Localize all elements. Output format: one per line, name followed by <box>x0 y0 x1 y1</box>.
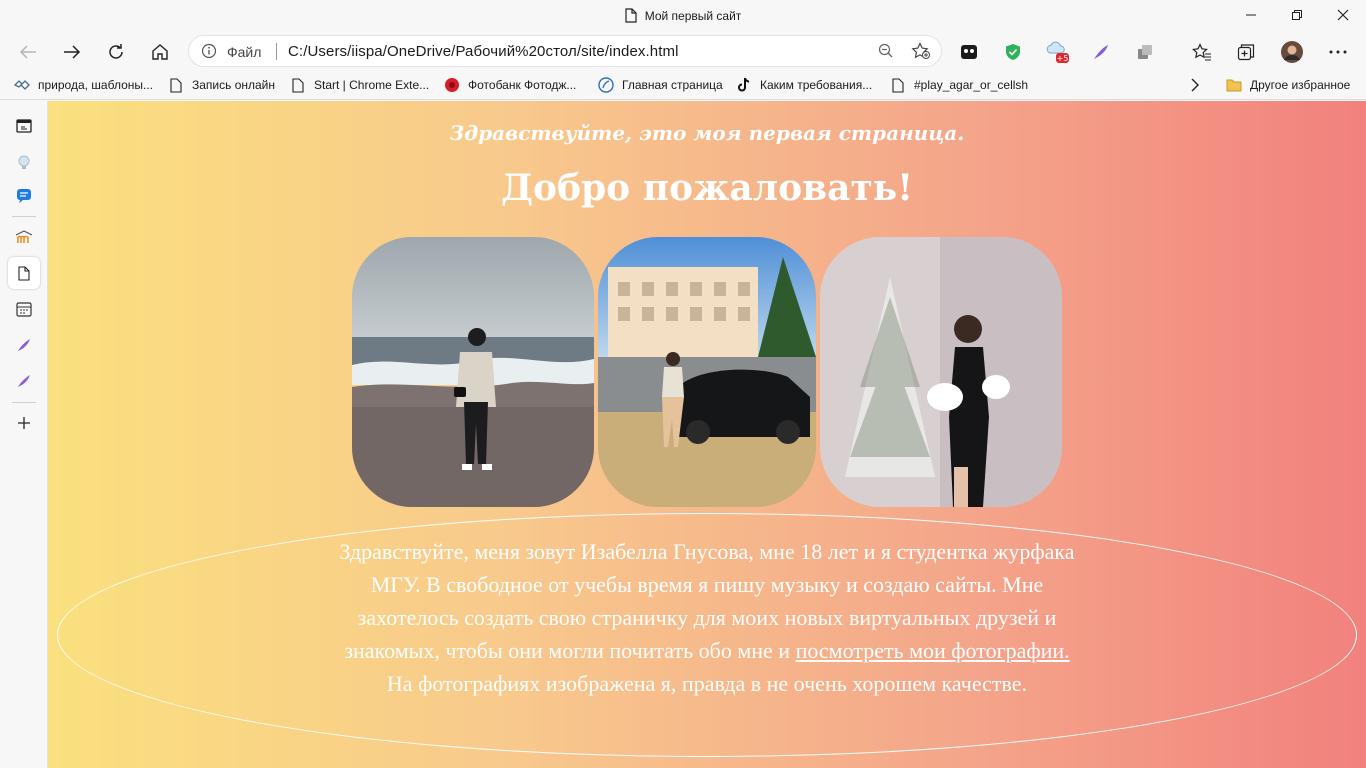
sidebar-chat-icon[interactable] <box>8 180 40 212</box>
photo-beach <box>352 237 594 507</box>
info-icon[interactable] <box>201 43 217 64</box>
sidebar-calendar-icon[interactable] <box>8 293 40 325</box>
refresh-button[interactable] <box>100 36 132 68</box>
title-bar: Мой первый сайт <box>0 0 1366 32</box>
page-icon <box>290 77 306 93</box>
sidebar-add-icon[interactable] <box>8 407 40 439</box>
about-text: Здравствуйте, меня зовут Изабелла Гнусов… <box>332 535 1082 700</box>
page-icon <box>168 77 184 93</box>
about-text-part: На фотографиях изображена я, правда в не… <box>386 671 1028 696</box>
sidebar-feather-icon[interactable] <box>8 365 40 397</box>
sidebar-feather-icon[interactable] <box>8 329 40 361</box>
sidebar-tab-actions-icon[interactable] <box>8 110 40 142</box>
url-text[interactable]: C:/Users/iispa/OneDrive/Рабочий%20стол/s… <box>288 43 679 60</box>
browser-toolbar: Файл C:/Users/iispa/OneDrive/Рабочий%20с… <box>0 32 1366 70</box>
page-heading: Добро пожаловать! <box>500 167 914 209</box>
photo-car <box>598 237 816 507</box>
back-button[interactable] <box>12 36 44 68</box>
favorites-bar: природа, шаблоны... Запись онлайн Start … <box>0 70 1366 100</box>
add-favorite-icon[interactable] <box>911 42 931 65</box>
close-button[interactable] <box>1320 0 1366 30</box>
restore-button[interactable] <box>1274 0 1320 30</box>
favorite-item[interactable]: Start | Chrome Exte... <box>290 76 429 94</box>
favorites-icon[interactable] <box>1186 36 1218 68</box>
window-title: Мой первый сайт <box>644 9 742 23</box>
address-bar[interactable]: Файл C:/Users/iispa/OneDrive/Рабочий%20с… <box>188 35 942 67</box>
photo-christmas-tree <box>820 237 1062 507</box>
favorites-overflow-chevron-icon[interactable] <box>1190 76 1200 94</box>
extension-badge: +5 <box>1057 54 1069 63</box>
sidebar-page-icon[interactable] <box>8 257 40 289</box>
scheme-label: Файл <box>227 44 262 60</box>
photos-link[interactable]: посмотреть мои фотографии. <box>796 638 1070 663</box>
favorite-item[interactable]: Главная страница <box>598 76 723 94</box>
collections-icon[interactable] <box>1230 36 1262 68</box>
extensions-icon[interactable] <box>1129 36 1161 68</box>
sidebar-divider <box>12 216 36 217</box>
favorite-item[interactable]: Фотобанк Фотодж... <box>444 76 576 94</box>
page-icon <box>890 77 906 93</box>
minimize-button[interactable] <box>1228 0 1274 30</box>
window-title-container: Мой первый сайт <box>0 8 1366 26</box>
favorite-item[interactable]: Запись онлайн <box>168 76 275 94</box>
other-favorites[interactable]: Другое избранное <box>1226 76 1350 94</box>
page-viewport: Здравствуйте, это моя первая страница. Д… <box>48 101 1366 768</box>
document-icon <box>625 8 637 26</box>
extension-mask-icon[interactable] <box>953 36 985 68</box>
sidebar-divider <box>12 402 36 403</box>
forward-button[interactable] <box>56 36 88 68</box>
shield-icon[interactable] <box>997 36 1029 68</box>
profile-avatar[interactable] <box>1276 36 1308 68</box>
blue-circle-favicon-icon <box>598 77 614 93</box>
address-separator <box>276 43 277 60</box>
more-menu-icon[interactable] <box>1322 36 1354 68</box>
nature-favicon-icon <box>14 77 30 93</box>
red-circle-favicon-icon <box>444 77 460 93</box>
zoom-icon[interactable] <box>877 42 895 65</box>
tiktok-favicon-icon <box>736 77 752 93</box>
home-button[interactable] <box>144 36 176 68</box>
page-greeting: Здравствуйте, это моя первая страница. <box>449 121 965 145</box>
favorite-item[interactable]: Каким требования... <box>736 76 872 94</box>
cloud-extension-icon[interactable]: +5 <box>1041 36 1073 68</box>
feather-icon[interactable] <box>1085 36 1117 68</box>
browser-sidebar <box>0 101 48 768</box>
favorite-item[interactable]: природа, шаблоны... <box>14 76 153 94</box>
favorite-item[interactable]: #play_agar_or_cellsh <box>890 76 1028 94</box>
sidebar-bulb-icon[interactable] <box>8 146 40 178</box>
folder-icon <box>1226 77 1242 93</box>
sidebar-moodle-icon[interactable] <box>8 221 40 253</box>
